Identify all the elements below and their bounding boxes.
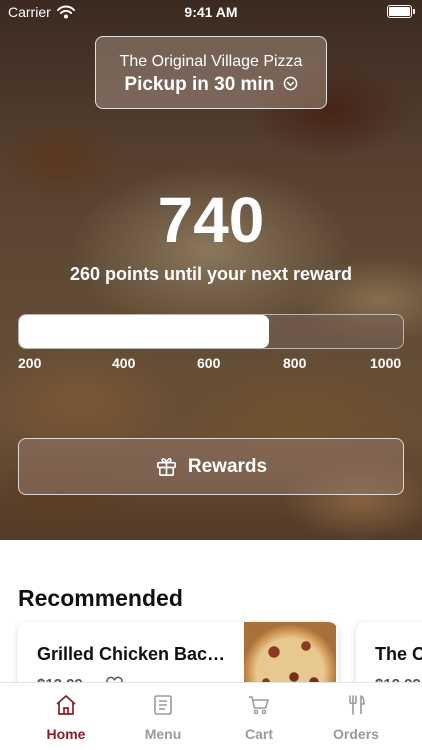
hero-background: Carrier 9:41 AM The Original Village Piz… (0, 0, 422, 540)
status-time: 9:41 AM (184, 4, 238, 20)
progress-tick: 1000 (370, 355, 402, 371)
tab-home[interactable]: Home (18, 683, 114, 750)
orders-icon (349, 695, 365, 715)
store-name: The Original Village Pizza (119, 53, 303, 70)
menu-icon (154, 695, 172, 715)
points-subtitle: 260 points until your next reward (69, 264, 353, 284)
recommended-list[interactable]: Grilled Chicken Bac… $12.99 The O $12.99 (0, 620, 422, 690)
tab-cart-label: Cart (244, 726, 273, 742)
tab-orders-label: Orders (333, 726, 379, 742)
rewards-button[interactable]: Rewards (18, 438, 404, 495)
progress-tick: 200 (18, 355, 42, 371)
tab-home-label: Home (46, 726, 86, 742)
rewards-button-label: Rewards (187, 455, 268, 477)
tab-cart[interactable]: Cart (211, 683, 307, 750)
store-selector[interactable]: The Original Village Pizza Pickup in 30 … (95, 36, 327, 109)
progress-tick: 600 (197, 355, 221, 371)
rewards-progress-bar (18, 314, 404, 349)
tab-orders[interactable]: Orders (308, 683, 404, 750)
home-icon (56, 695, 76, 715)
pizza-image (244, 622, 336, 690)
recommended-item-card[interactable]: Grilled Chicken Bac… $12.99 (18, 622, 338, 690)
gift-icon (156, 457, 176, 476)
status-bar: Carrier 9:41 AM (0, 0, 422, 24)
battery-icon (387, 5, 415, 18)
tab-menu-label: Menu (144, 726, 182, 742)
pickup-label: Pickup in 30 min (124, 74, 275, 95)
pickup-time: Pickup in 30 min (96, 74, 326, 96)
chevron-down-icon (283, 76, 297, 91)
item-name: Grilled Chicken Bac… (37, 644, 226, 664)
points-value: 740 (157, 184, 265, 256)
cart-icon (249, 696, 269, 715)
tab-menu[interactable]: Menu (115, 683, 211, 750)
item-name: The O (375, 644, 422, 664)
rewards-progress-fill (19, 315, 269, 348)
tab-bar: Home Menu Cart Orders (0, 682, 422, 750)
progress-tick: 400 (112, 355, 136, 371)
progress-tick: 800 (283, 355, 307, 371)
recommended-heading: Recommended (18, 585, 183, 611)
recommended-item-card[interactable]: The O $12.99 (356, 622, 422, 690)
